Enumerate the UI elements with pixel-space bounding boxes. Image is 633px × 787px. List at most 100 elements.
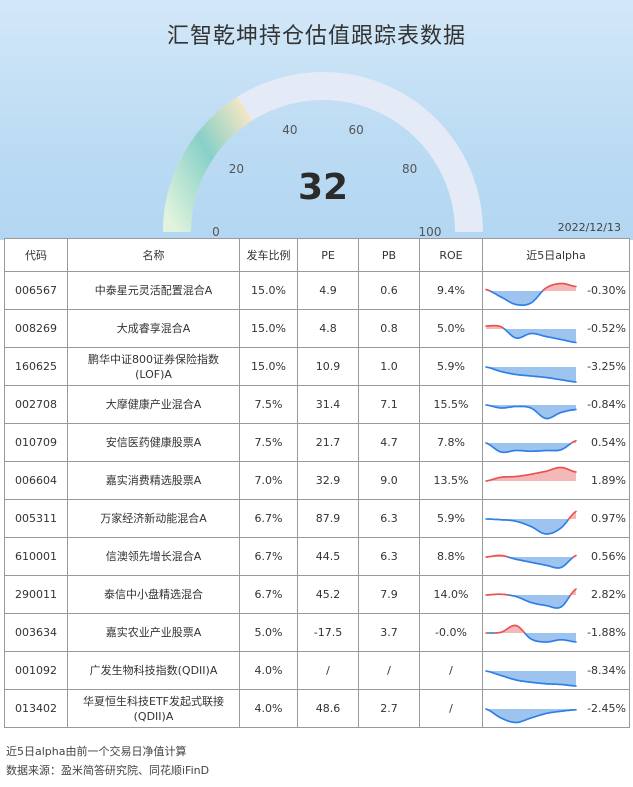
footnote-alpha-note: 近5日alpha由前一个交易日净值计算	[6, 745, 187, 758]
pb-value: 9.0	[358, 461, 420, 500]
alpha-cell: -1.88%	[482, 613, 630, 652]
alpha-value: 2.82%	[591, 588, 626, 601]
roe-value: 9.4%	[419, 271, 483, 310]
allocation-ratio: 6.7%	[239, 499, 298, 538]
pb-value: 4.7	[358, 423, 420, 462]
alpha-sparkline	[485, 439, 577, 453]
allocation-ratio: 6.7%	[239, 537, 298, 576]
alpha-value: -3.25%	[587, 360, 626, 373]
sparkline-negative-area	[486, 670, 576, 686]
header-code: 代码	[4, 238, 68, 272]
roe-value: 15.5%	[419, 385, 483, 424]
pb-value: 6.3	[358, 537, 420, 576]
roe-value: 5.0%	[419, 309, 483, 348]
table-row: 003634 嘉实农业产业股票A 5.0% -17.5 3.7 -0.0% -1.88%	[4, 613, 630, 652]
table-row: 010709 安信医药健康股票A 7.5% 21.7 4.7 7.8% 0.54%	[4, 423, 630, 462]
alpha-cell: -3.25%	[482, 347, 630, 386]
pe-value: /	[297, 651, 359, 690]
alpha-cell: -8.34%	[482, 651, 630, 690]
allocation-ratio: 15.0%	[239, 271, 298, 310]
pe-value: 45.2	[297, 575, 359, 614]
pb-value: /	[358, 651, 420, 690]
alpha-value: 0.54%	[591, 436, 626, 449]
alpha-value: -0.84%	[587, 398, 626, 411]
header-alpha: 近5日alpha	[482, 238, 630, 272]
fund-name: 中泰星元灵活配置混合A	[67, 271, 240, 310]
sparkline-negative-area	[486, 632, 576, 642]
fund-name: 安信医药健康股票A	[67, 423, 240, 462]
page-title: 汇智乾坤持仓估值跟踪表数据	[166, 24, 466, 49]
roe-value: /	[419, 651, 483, 690]
alpha-value: -0.30%	[587, 284, 626, 297]
alpha-sparkline	[485, 282, 577, 306]
allocation-ratio: 5.0%	[239, 613, 298, 652]
pe-value: 4.8	[297, 309, 359, 348]
alpha-sparkline	[485, 624, 577, 643]
pb-value: 3.7	[358, 613, 420, 652]
alpha-value: -0.52%	[587, 322, 626, 335]
alpha-cell: -0.52%	[482, 309, 630, 348]
allocation-ratio: 15.0%	[239, 309, 298, 348]
table-header-row: 代码 名称 发车比例 PE PB ROE 近5日alpha	[4, 238, 630, 272]
gauge-tick-label: 40	[282, 123, 297, 137]
alpha-cell: -0.84%	[482, 385, 630, 424]
table-row: 290011 泰信中小盘精选混合 6.7% 45.2 7.9 14.0% 2.82%	[4, 575, 630, 614]
sparkline-segment	[573, 510, 577, 513]
alpha-value: 1.89%	[591, 474, 626, 487]
roe-value: 8.8%	[419, 537, 483, 576]
roe-value: 5.9%	[419, 499, 483, 538]
alpha-sparkline	[485, 403, 577, 419]
gauge-tick-label: 0	[212, 225, 220, 239]
fund-name: 泰信中小盘精选混合	[67, 575, 240, 614]
pe-value: 32.9	[297, 461, 359, 500]
gauge-track	[163, 72, 483, 233]
alpha-value: -1.88%	[587, 626, 626, 639]
gauge-tick-label: 20	[229, 162, 244, 176]
footnote-source: 数据来源：盈米简答研究院、同花顺iFinD	[6, 764, 210, 777]
fund-name: 大摩健康产业混合A	[67, 385, 240, 424]
roe-value: -0.0%	[419, 613, 483, 652]
sparkline-positive-area	[486, 511, 576, 519]
table-row: 005311 万家经济新动能混合A 6.7% 87.9 6.3 5.9% 0.97%	[4, 499, 630, 538]
fund-code: 610001	[4, 537, 68, 576]
table-row: 008269 大成睿享混合A 15.0% 4.8 0.8 5.0% -0.52%	[4, 309, 630, 348]
alpha-sparkline	[485, 365, 577, 383]
pe-value: 31.4	[297, 385, 359, 424]
alpha-value: -8.34%	[587, 664, 626, 677]
header-ratio: 发车比例	[239, 238, 298, 272]
fund-code: 001092	[4, 651, 68, 690]
allocation-ratio: 7.5%	[239, 423, 298, 462]
fund-code: 160625	[4, 347, 68, 386]
fund-code: 006567	[4, 271, 68, 310]
table-row: 160625 鹏华中证800证券保险指数(LOF)A 15.0% 10.9 1.0 5.9…	[4, 347, 630, 386]
alpha-sparkline	[485, 466, 577, 482]
header-name: 名称	[67, 238, 240, 272]
fund-code: 006604	[4, 461, 68, 500]
sparkline-segment	[573, 439, 577, 442]
fund-code: 290011	[4, 575, 68, 614]
pb-value: 2.7	[358, 689, 420, 728]
roe-value: /	[419, 689, 483, 728]
alpha-sparkline	[485, 669, 577, 687]
roe-value: 13.5%	[419, 461, 483, 500]
pb-value: 0.6	[358, 271, 420, 310]
header-panel: 0 20 40 60 80 100 32 汇智乾坤持仓估值跟踪表数据 2022/12/13	[0, 0, 633, 240]
sparkline-segment	[573, 587, 577, 591]
pb-value: 1.0	[358, 347, 420, 386]
pb-value: 0.8	[358, 309, 420, 348]
alpha-cell: -0.30%	[482, 271, 630, 310]
table-row: 006604 嘉实消费精选股票A 7.0% 32.9 9.0 13.5% 1.89%	[4, 461, 630, 500]
alpha-cell: 0.54%	[482, 423, 630, 462]
report-date: 2022/12/13	[557, 221, 621, 234]
table-row: 001092 广发生物科技指数(QDII)A 4.0% / / / -8.34%	[4, 651, 630, 690]
fund-name: 嘉实消费精选股票A	[67, 461, 240, 500]
alpha-cell: -2.45%	[482, 689, 630, 728]
allocation-ratio: 4.0%	[239, 651, 298, 690]
fund-name: 万家经济新动能混合A	[67, 499, 240, 538]
pe-value: 48.6	[297, 689, 359, 728]
table-row: 610001 信澳领先增长混合A 6.7% 44.5 6.3 8.8% 0.56%	[4, 537, 630, 576]
fund-name: 大成睿享混合A	[67, 309, 240, 348]
footnote: 近5日alpha由前一个交易日净值计算 数据来源：盈米简答研究院、同花顺iFin…	[6, 742, 209, 780]
pb-value: 7.1	[358, 385, 420, 424]
gauge-tick-label: 80	[402, 162, 417, 176]
